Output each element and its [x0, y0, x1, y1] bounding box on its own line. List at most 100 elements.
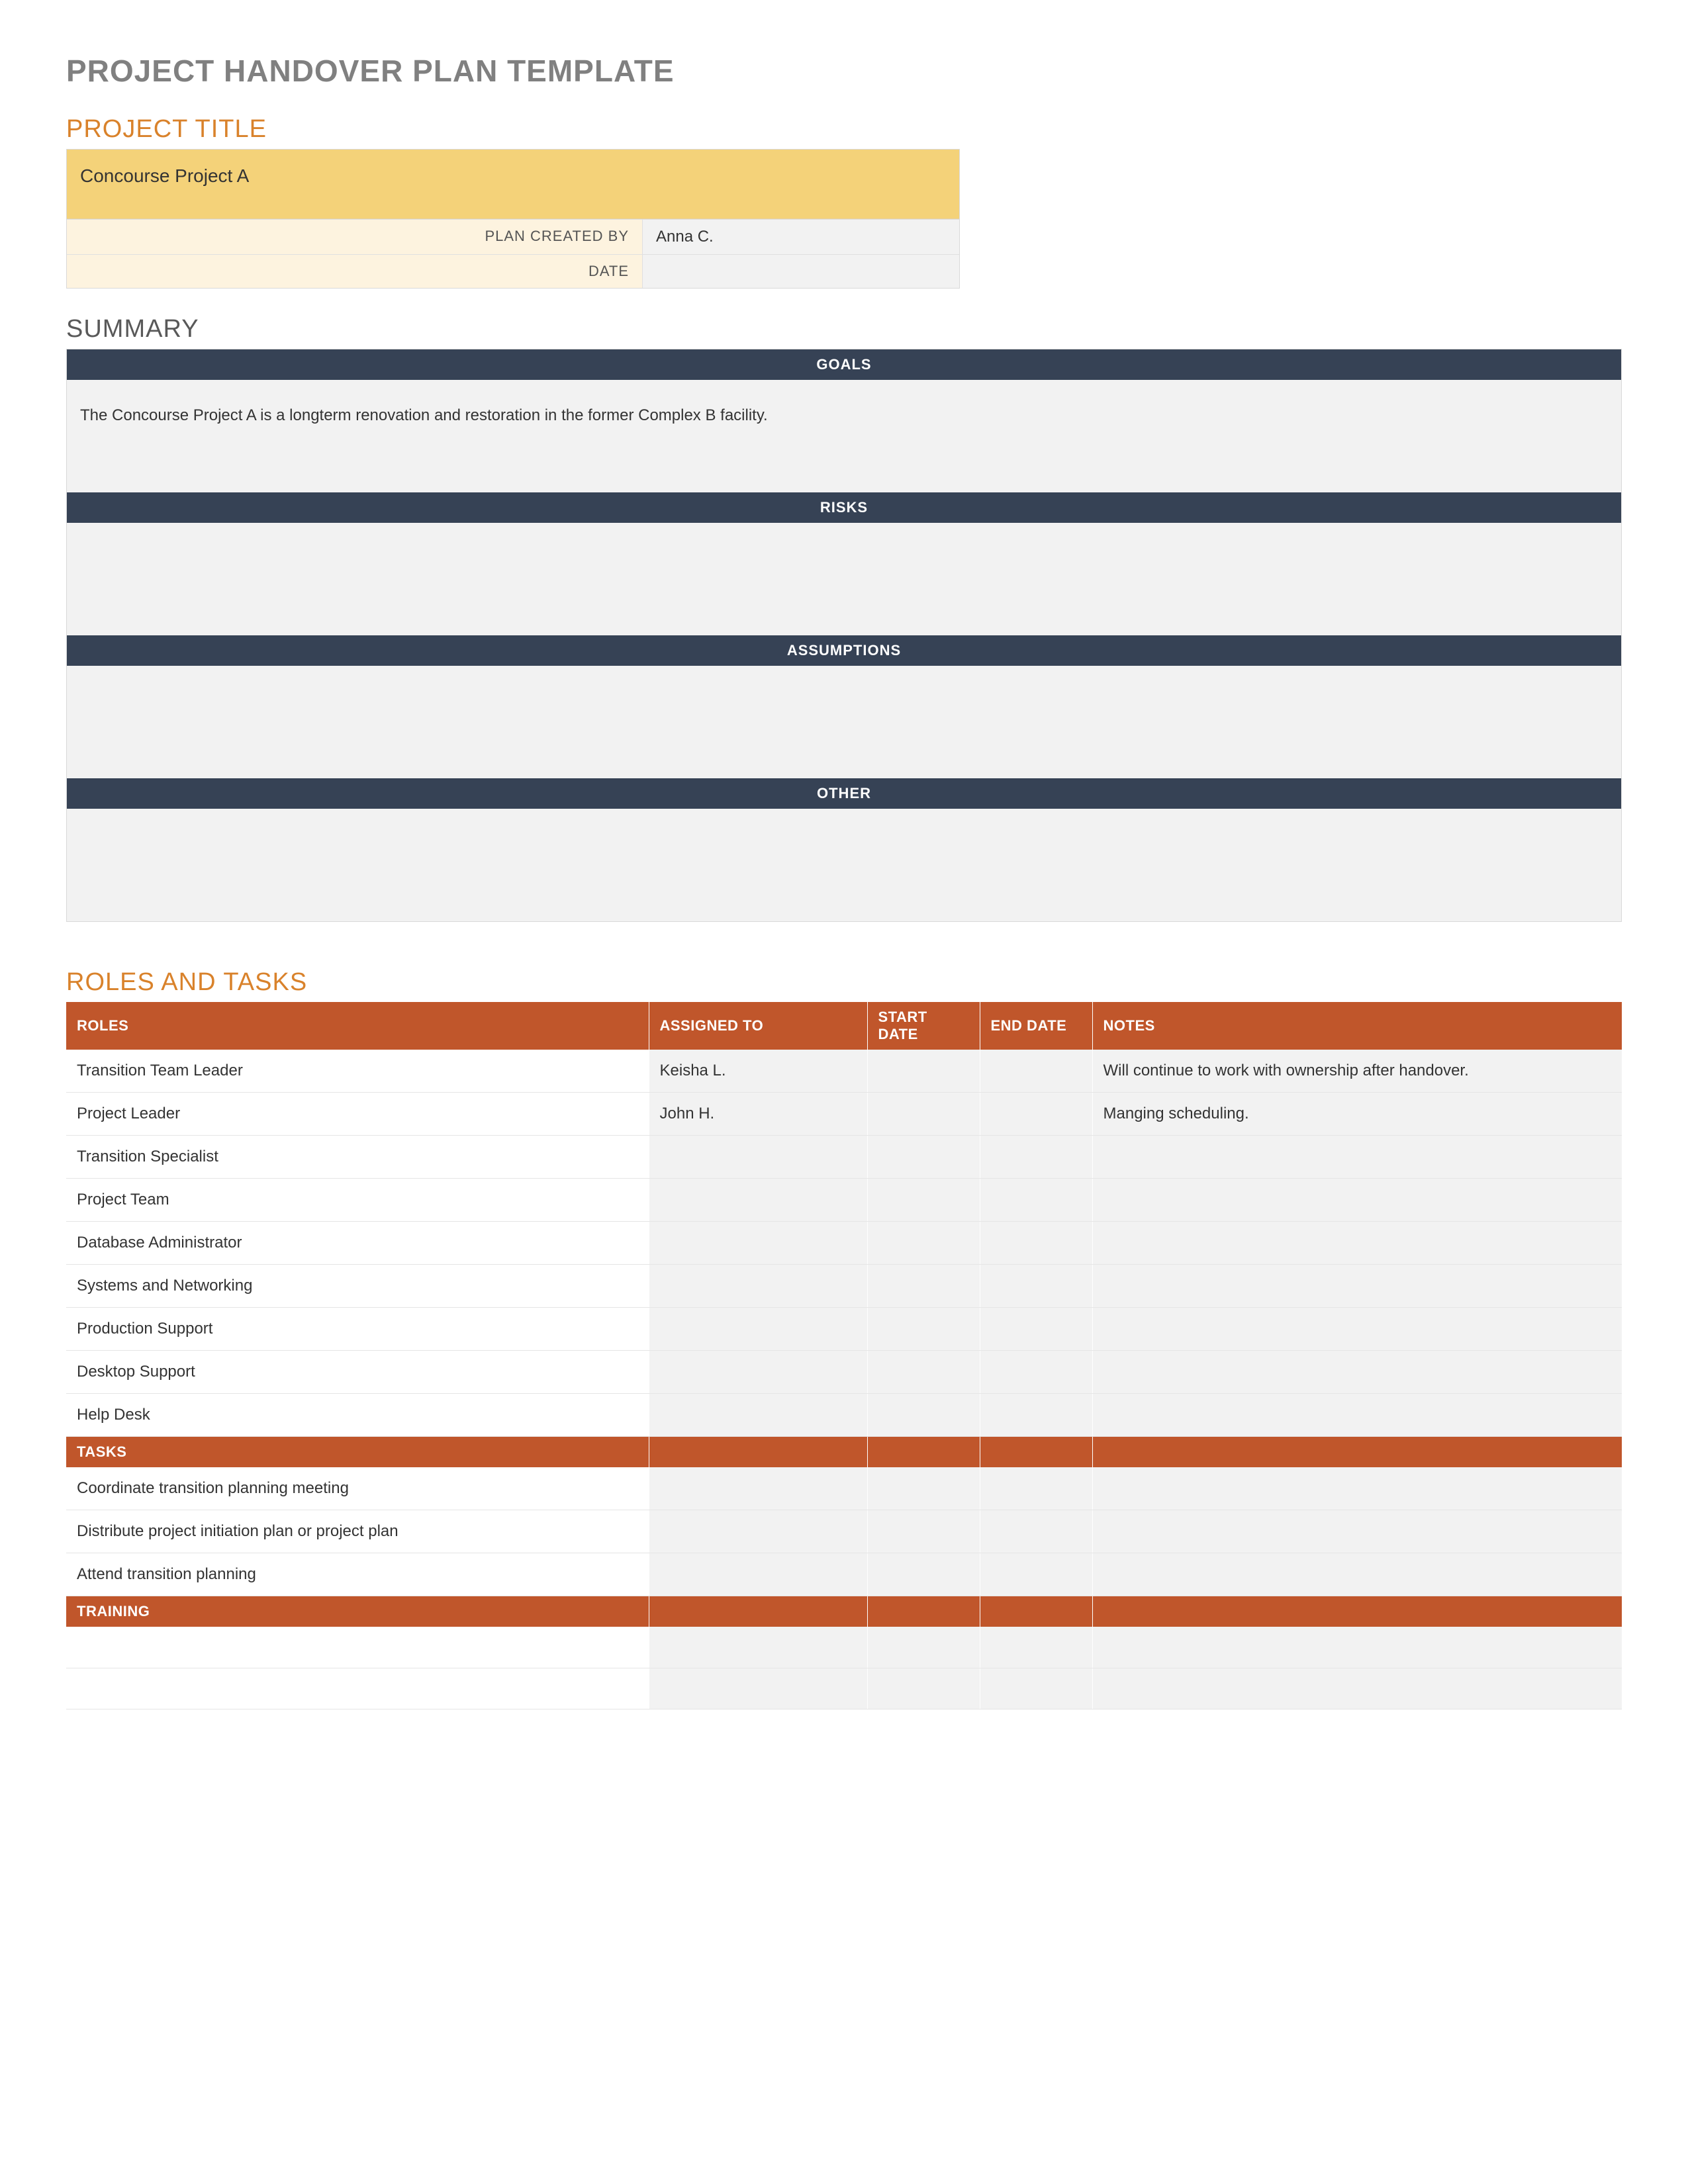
cell-start[interactable]	[867, 1510, 980, 1553]
risks-body[interactable]	[67, 523, 1621, 635]
cell-notes[interactable]	[1092, 1136, 1622, 1179]
cell-notes[interactable]	[1092, 1553, 1622, 1596]
cell-end[interactable]	[980, 1553, 1092, 1596]
cell-assigned[interactable]: John H.	[649, 1093, 867, 1136]
cell-role[interactable]: Database Administrator	[66, 1222, 649, 1265]
cell-training[interactable]	[66, 1627, 649, 1668]
cell-assigned[interactable]	[649, 1510, 867, 1553]
cell-notes[interactable]	[1092, 1179, 1622, 1222]
cell-start[interactable]	[867, 1050, 980, 1093]
cell-role[interactable]: Transition Specialist	[66, 1136, 649, 1179]
cell-end[interactable]	[980, 1467, 1092, 1510]
assumptions-body[interactable]	[67, 666, 1621, 778]
cell-role[interactable]: Transition Team Leader	[66, 1050, 649, 1093]
cell-notes[interactable]	[1092, 1308, 1622, 1351]
cell-notes[interactable]	[1092, 1222, 1622, 1265]
training-subheader: TRAINING	[66, 1596, 1622, 1627]
table-row: Coordinate transition planning meeting	[66, 1467, 1622, 1510]
cell-start[interactable]	[867, 1467, 980, 1510]
cell-start[interactable]	[867, 1179, 980, 1222]
cell-training[interactable]	[66, 1668, 649, 1709]
cell-task[interactable]: Attend transition planning	[66, 1553, 649, 1596]
table-row: Attend transition planning	[66, 1553, 1622, 1596]
cell-start[interactable]	[867, 1308, 980, 1351]
cell-assigned[interactable]	[649, 1467, 867, 1510]
cell-assigned[interactable]	[649, 1553, 867, 1596]
table-row: Systems and Networking	[66, 1265, 1622, 1308]
cell-notes[interactable]	[1092, 1467, 1622, 1510]
cell-assigned[interactable]	[649, 1308, 867, 1351]
cell-notes[interactable]	[1092, 1351, 1622, 1394]
cell-start[interactable]	[867, 1553, 980, 1596]
cell-end[interactable]	[980, 1136, 1092, 1179]
cell-assigned[interactable]	[649, 1265, 867, 1308]
cell-assigned[interactable]	[649, 1136, 867, 1179]
cell-notes[interactable]	[1092, 1394, 1622, 1437]
table-row	[66, 1668, 1622, 1709]
cell-role[interactable]: Project Leader	[66, 1093, 649, 1136]
cell-start[interactable]	[867, 1668, 980, 1709]
cell-notes[interactable]	[1092, 1510, 1622, 1553]
date-value[interactable]	[643, 255, 959, 288]
cell-end[interactable]	[980, 1222, 1092, 1265]
risks-bar: RISKS	[67, 492, 1621, 523]
cell-task[interactable]: Distribute project initiation plan or pr…	[66, 1510, 649, 1553]
goals-bar: GOALS	[67, 349, 1621, 380]
table-row: Project Leader John H. Manging schedulin…	[66, 1093, 1622, 1136]
cell-assigned[interactable]	[649, 1222, 867, 1265]
goals-body[interactable]: The Concourse Project A is a longterm re…	[67, 380, 1621, 492]
cell-role[interactable]: Help Desk	[66, 1394, 649, 1437]
cell-start[interactable]	[867, 1351, 980, 1394]
table-row	[66, 1627, 1622, 1668]
cell-role[interactable]: Desktop Support	[66, 1351, 649, 1394]
col-assigned: ASSIGNED TO	[649, 1002, 867, 1050]
cell-end[interactable]	[980, 1179, 1092, 1222]
table-row: Project Team	[66, 1179, 1622, 1222]
cell-end[interactable]	[980, 1050, 1092, 1093]
cell-start[interactable]	[867, 1222, 980, 1265]
cell-role[interactable]: Project Team	[66, 1179, 649, 1222]
cell-assigned[interactable]	[649, 1627, 867, 1668]
cell-notes[interactable]	[1092, 1668, 1622, 1709]
cell-start[interactable]	[867, 1136, 980, 1179]
other-body[interactable]	[67, 809, 1621, 921]
document-title: PROJECT HANDOVER PLAN TEMPLATE	[66, 53, 1622, 89]
summary-box: GOALS The Concourse Project A is a longt…	[66, 349, 1622, 922]
cell-assigned[interactable]	[649, 1668, 867, 1709]
roles-tasks-heading: ROLES AND TASKS	[66, 968, 1622, 997]
cell-role[interactable]: Systems and Networking	[66, 1265, 649, 1308]
table-row: Database Administrator	[66, 1222, 1622, 1265]
cell-end[interactable]	[980, 1265, 1092, 1308]
project-title-box: Concourse Project A PLAN CREATED BY Anna…	[66, 149, 960, 289]
table-row: Help Desk	[66, 1394, 1622, 1437]
table-header-row: ROLES ASSIGNED TO START DATE END DATE NO…	[66, 1002, 1622, 1050]
cell-assigned[interactable]	[649, 1179, 867, 1222]
cell-start[interactable]	[867, 1627, 980, 1668]
table-row: Desktop Support	[66, 1351, 1622, 1394]
cell-end[interactable]	[980, 1308, 1092, 1351]
summary-heading: SUMMARY	[66, 315, 1622, 343]
cell-role[interactable]: Production Support	[66, 1308, 649, 1351]
cell-end[interactable]	[980, 1668, 1092, 1709]
cell-notes[interactable]	[1092, 1627, 1622, 1668]
cell-start[interactable]	[867, 1394, 980, 1437]
cell-end[interactable]	[980, 1093, 1092, 1136]
cell-notes[interactable]: Will continue to work with ownership aft…	[1092, 1050, 1622, 1093]
project-name-cell[interactable]: Concourse Project A	[67, 150, 959, 219]
col-start-date: START DATE	[867, 1002, 980, 1050]
cell-notes[interactable]: Manging scheduling.	[1092, 1093, 1622, 1136]
cell-assigned[interactable]: Keisha L.	[649, 1050, 867, 1093]
cell-end[interactable]	[980, 1510, 1092, 1553]
plan-created-by-value[interactable]: Anna C.	[643, 220, 959, 254]
roles-tasks-table: ROLES ASSIGNED TO START DATE END DATE NO…	[66, 1002, 1622, 1709]
cell-notes[interactable]	[1092, 1265, 1622, 1308]
cell-assigned[interactable]	[649, 1394, 867, 1437]
cell-end[interactable]	[980, 1351, 1092, 1394]
cell-task[interactable]: Coordinate transition planning meeting	[66, 1467, 649, 1510]
cell-start[interactable]	[867, 1093, 980, 1136]
cell-assigned[interactable]	[649, 1351, 867, 1394]
cell-end[interactable]	[980, 1394, 1092, 1437]
cell-end[interactable]	[980, 1627, 1092, 1668]
date-row: DATE	[67, 254, 959, 288]
cell-start[interactable]	[867, 1265, 980, 1308]
